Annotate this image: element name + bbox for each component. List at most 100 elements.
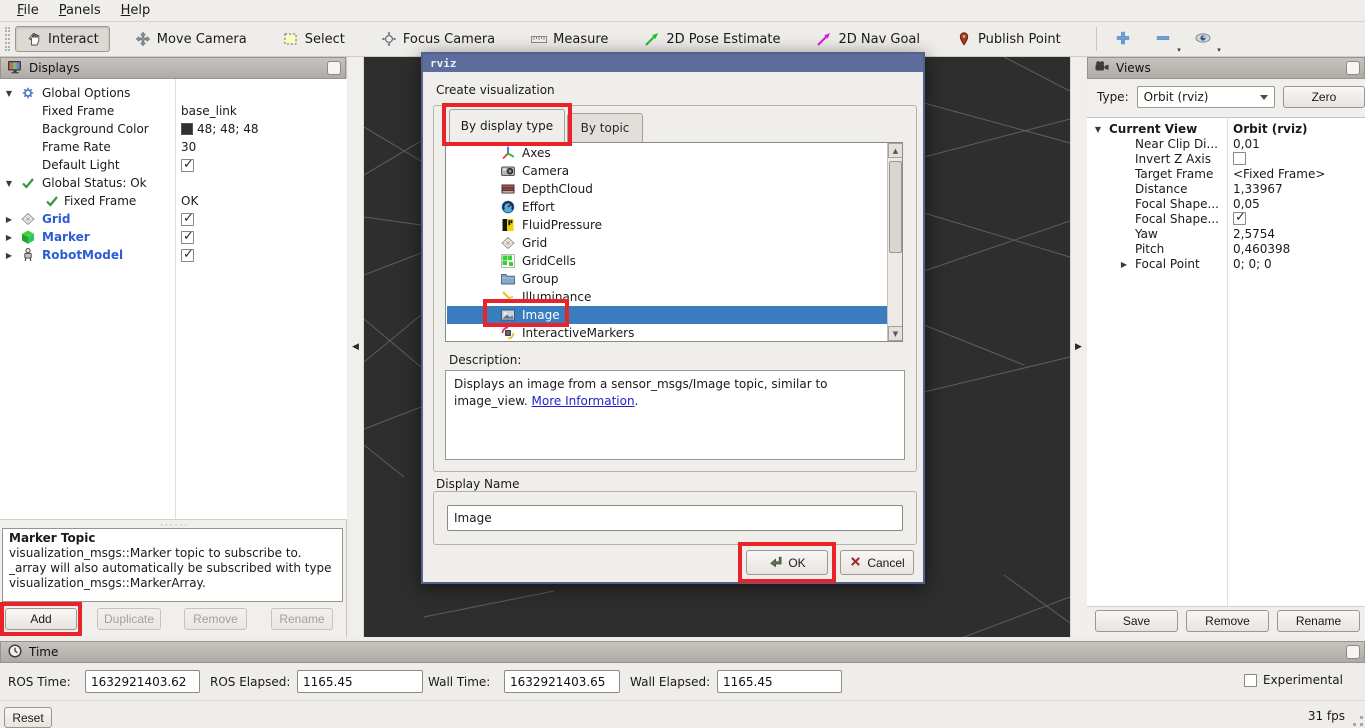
focal-shape-checkbox[interactable]: [1233, 212, 1246, 225]
experimental-checkbox[interactable]: [1244, 674, 1257, 687]
tree-row-fixed-frame[interactable]: Fixed Frame base_link: [0, 102, 347, 120]
view-row-focal-shape-fixed[interactable]: Focal Shape...: [1087, 212, 1365, 227]
move-camera-tool-button[interactable]: Move Camera: [124, 26, 258, 52]
tool-properties-dropdown-arrow[interactable]: ▾: [1217, 46, 1221, 54]
nav-goal-tool-button[interactable]: 2D Nav Goal: [805, 26, 931, 52]
tab-by-display-type[interactable]: By display type: [449, 109, 565, 142]
row-value[interactable]: 0,460398: [1233, 242, 1290, 256]
list-item-interactivemarkers[interactable]: InteractiveMarkers: [447, 324, 887, 342]
tree-row-global-options[interactable]: ▼ Global Options: [0, 84, 347, 102]
expander-icon[interactable]: ▶: [4, 215, 14, 224]
wall-time-input[interactable]: [504, 670, 620, 693]
tree-row-grid[interactable]: ▶ Grid: [0, 210, 347, 228]
expander-icon[interactable]: ▶: [1119, 260, 1129, 269]
rename-display-button[interactable]: Rename: [271, 608, 333, 630]
menu-help[interactable]: Help: [112, 1, 160, 20]
toolbar-drag-handle[interactable]: [5, 27, 10, 51]
zero-button[interactable]: Zero: [1283, 86, 1365, 108]
right-collapse-strip[interactable]: ▶: [1070, 57, 1086, 637]
list-item-fluidpressure[interactable]: FluidPressure: [447, 216, 887, 234]
view-row-distance[interactable]: Distance 1,33967: [1087, 182, 1365, 197]
robotmodel-checkbox[interactable]: [181, 249, 194, 262]
expander-icon[interactable]: ▼: [4, 179, 14, 188]
marker-checkbox[interactable]: [181, 231, 194, 244]
interact-tool-button[interactable]: Interact: [15, 26, 110, 52]
scroll-down-icon[interactable]: ▼: [888, 326, 903, 341]
wall-elapsed-input[interactable]: [717, 670, 842, 693]
more-information-link[interactable]: More Information: [532, 394, 635, 408]
tree-row-status-fixed-frame[interactable]: Fixed Frame OK: [0, 192, 347, 210]
display-name-input[interactable]: [447, 505, 903, 531]
row-value[interactable]: 0,05: [1233, 197, 1260, 211]
remove-tool-dropdown-arrow[interactable]: ▾: [1177, 46, 1181, 54]
expander-icon[interactable]: ▼: [4, 89, 14, 98]
reset-button[interactable]: Reset: [4, 707, 52, 728]
tool-properties-button[interactable]: ▾: [1187, 26, 1219, 53]
view-row-focal-point[interactable]: ▶ Focal Point 0; 0; 0: [1087, 257, 1365, 272]
add-tool-button[interactable]: [1107, 26, 1139, 53]
tab-by-topic[interactable]: By topic: [567, 113, 643, 142]
expander-icon[interactable]: ▶: [4, 233, 14, 242]
view-type-combobox[interactable]: Orbit (rviz): [1137, 86, 1275, 108]
row-value[interactable]: 2,5754: [1233, 227, 1275, 241]
tree-row-default-light[interactable]: Default Light: [0, 156, 347, 174]
list-item-camera[interactable]: Camera: [447, 162, 887, 180]
ok-button[interactable]: OK: [746, 550, 828, 575]
view-row-target-frame[interactable]: Target Frame <Fixed Frame>: [1087, 167, 1365, 182]
fixed-frame-value[interactable]: base_link: [181, 104, 237, 118]
duplicate-display-button[interactable]: Duplicate: [97, 608, 161, 630]
list-item-gridcells[interactable]: GridCells: [447, 252, 887, 270]
row-value[interactable]: 0,01: [1233, 137, 1260, 151]
tree-row-global-status[interactable]: ▼ Global Status: Ok: [0, 174, 347, 192]
focus-camera-tool-button[interactable]: Focus Camera: [370, 26, 506, 52]
list-item-group[interactable]: Group: [447, 270, 887, 288]
scroll-up-icon[interactable]: ▲: [888, 143, 903, 158]
view-row-current-view[interactable]: ▼ Current View Orbit (rviz): [1087, 122, 1365, 137]
grid-checkbox[interactable]: [181, 213, 194, 226]
menu-panels[interactable]: Panels: [50, 1, 110, 20]
ros-elapsed-input[interactable]: [297, 670, 423, 693]
frame-rate-value[interactable]: 30: [181, 140, 196, 154]
view-row-near-clip[interactable]: Near Clip Di... 0,01: [1087, 137, 1365, 152]
remove-view-button[interactable]: Remove: [1186, 610, 1269, 632]
left-collapse-strip[interactable]: ◀: [348, 57, 364, 637]
default-light-checkbox[interactable]: [181, 159, 194, 172]
select-tool-button[interactable]: Select: [272, 26, 356, 52]
view-row-focal-shape-size[interactable]: Focal Shape... 0,05: [1087, 197, 1365, 212]
measure-tool-button[interactable]: Measure: [520, 26, 619, 52]
list-scrollbar[interactable]: ▲ ▼: [887, 143, 902, 341]
resize-grip[interactable]: [1353, 716, 1363, 726]
add-display-button[interactable]: Add: [5, 608, 77, 630]
scroll-thumb[interactable]: [889, 161, 902, 253]
tree-row-marker[interactable]: ▶ Marker: [0, 228, 347, 246]
save-view-button[interactable]: Save: [1095, 610, 1178, 632]
view-row-invert-z[interactable]: Invert Z Axis: [1087, 152, 1365, 167]
list-item-effort[interactable]: Effort: [447, 198, 887, 216]
row-value[interactable]: 1,33967: [1233, 182, 1283, 196]
invert-z-checkbox[interactable]: [1233, 152, 1246, 165]
time-float-button[interactable]: [1346, 645, 1360, 659]
expander-icon[interactable]: ▼: [1093, 125, 1103, 134]
ros-time-input[interactable]: [85, 670, 200, 693]
background-color-value[interactable]: 48; 48; 48: [181, 122, 259, 136]
publish-point-tool-button[interactable]: Publish Point: [945, 26, 1072, 52]
menu-file[interactable]: File: [8, 1, 48, 20]
row-value[interactable]: 0; 0; 0: [1233, 257, 1272, 271]
remove-tool-button[interactable]: ▾: [1147, 26, 1179, 53]
list-item-grid[interactable]: Grid: [447, 234, 887, 252]
rename-view-button[interactable]: Rename: [1277, 610, 1360, 632]
tree-row-robotmodel[interactable]: ▶ RobotModel: [0, 246, 347, 264]
view-row-pitch[interactable]: Pitch 0,460398: [1087, 242, 1365, 257]
tree-row-frame-rate[interactable]: Frame Rate 30: [0, 138, 347, 156]
tree-row-background-color[interactable]: Background Color 48; 48; 48: [0, 120, 347, 138]
displays-float-button[interactable]: [327, 61, 341, 75]
list-item-axes[interactable]: Axes: [447, 144, 887, 162]
list-item-depthcloud[interactable]: DepthCloud: [447, 180, 887, 198]
view-row-yaw[interactable]: Yaw 2,5754: [1087, 227, 1365, 242]
expander-icon[interactable]: ▶: [4, 251, 14, 260]
list-item-image-selected[interactable]: Image: [447, 306, 887, 324]
views-float-button[interactable]: [1346, 61, 1360, 75]
pose-estimate-tool-button[interactable]: 2D Pose Estimate: [633, 26, 791, 52]
dialog-titlebar[interactable]: rviz: [423, 54, 923, 72]
row-value[interactable]: <Fixed Frame>: [1233, 167, 1325, 181]
